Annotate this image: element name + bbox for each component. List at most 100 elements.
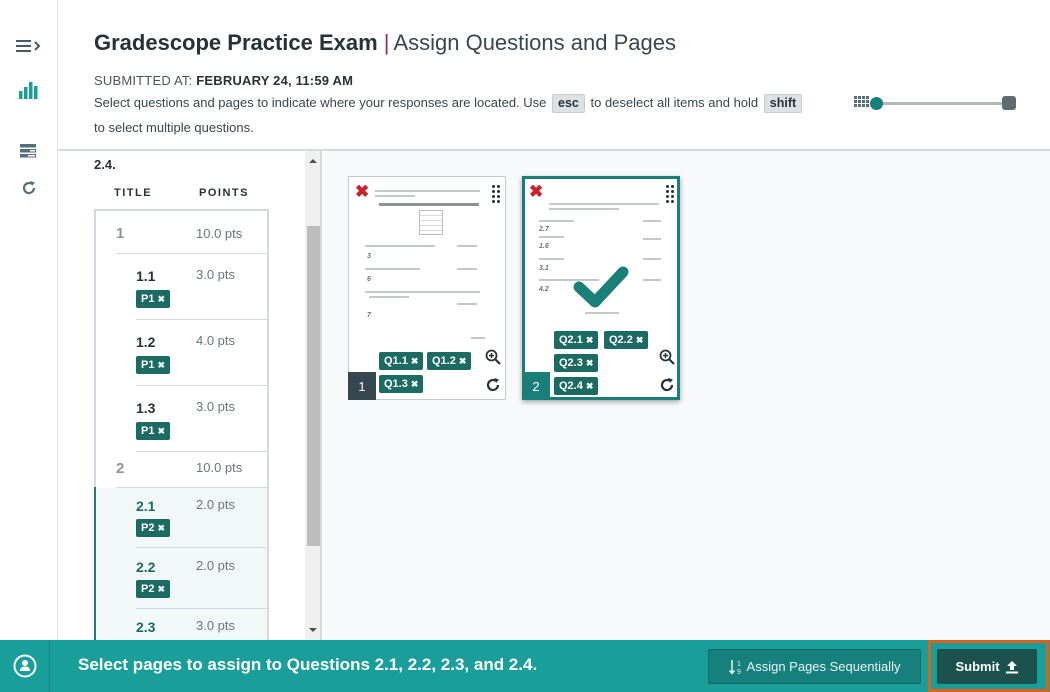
question-number: 2.2 <box>136 559 156 575</box>
remove-tag-icon[interactable]: ✖ <box>411 379 419 389</box>
drag-handle-icon[interactable] <box>666 185 674 205</box>
bottom-action-bar: Select pages to assign to Questions 2.1,… <box>0 640 1050 692</box>
sort-numeric-icon: 19 <box>728 659 741 675</box>
assign-pages-sequentially-button[interactable]: 19 Assign Pages Sequentially <box>708 649 921 684</box>
svg-text:9: 9 <box>737 669 741 675</box>
outline-icon[interactable] <box>0 142 58 160</box>
stats-icon[interactable] <box>0 80 58 100</box>
question-points: 3.0 pts <box>196 267 236 282</box>
answer-text: 6 <box>367 276 371 283</box>
question-panel: 2.4. TITLE POINTS 1 10.0 pts 1.1 3.0 pts… <box>58 151 305 640</box>
question-row[interactable]: 1.2 4.0 pts P1 ✖ <box>96 320 267 386</box>
remove-tag-icon[interactable]: ✖ <box>586 358 594 368</box>
question-tag-label: Q2.4 <box>559 380 583 392</box>
esc-key: esc <box>552 94 585 113</box>
menu-expand-icon[interactable] <box>0 36 58 56</box>
app: Gradescope Practice Exam | Assign Question… <box>0 0 1050 692</box>
remove-tag-icon[interactable]: ✖ <box>157 426 165 436</box>
question-panel-scrollbar[interactable] <box>305 151 322 640</box>
zoom-in-icon[interactable] <box>485 349 501 365</box>
question-row[interactable]: 2 10.0 pts <box>96 452 267 487</box>
submitted-at: SUBMITTED AT: FEBRUARY 24, 11:59 AM <box>94 73 353 88</box>
page-tag[interactable]: P1 ✖ <box>136 422 171 440</box>
question-tag[interactable]: Q2.1 ✖ <box>554 331 599 349</box>
page-number: 1 <box>348 372 376 400</box>
answer-text: 2.7 <box>539 226 549 233</box>
question-tag[interactable]: Q2.4 ✖ <box>554 377 599 395</box>
remove-tag-icon[interactable]: ✖ <box>459 356 467 366</box>
question-row[interactable]: 1 10.0 pts <box>96 211 267 254</box>
page-tag[interactable]: P1 ✖ <box>136 290 171 308</box>
question-row[interactable]: 2.1 2.0 pts P2 ✖ <box>96 488 267 548</box>
instructions-text-2: to deselect all items and hold <box>590 95 759 110</box>
submitted-value: FEBRUARY 24, 11:59 AM <box>196 73 354 88</box>
question-tag[interactable]: Q1.1 ✖ <box>379 352 424 370</box>
page-tag-label: P1 <box>141 293 155 305</box>
rotate-icon[interactable] <box>659 377 675 393</box>
instructions-text-3: to select multiple questions. <box>94 120 254 135</box>
page-subtitle: Assign Questions and Pages <box>393 30 676 55</box>
remove-tag-icon[interactable]: ✖ <box>157 523 165 533</box>
page-tag-label: P1 <box>141 425 155 437</box>
question-number: 2.3 <box>136 619 156 635</box>
remove-tag-icon[interactable]: ✖ <box>157 360 165 370</box>
question-number: 1.3 <box>136 400 156 416</box>
answer-text: 7 <box>367 312 371 319</box>
question-number: 1 <box>116 225 125 242</box>
question-tag-label: Q2.1 <box>559 334 583 346</box>
slider-track[interactable] <box>876 102 1004 105</box>
large-view-icon <box>1002 96 1016 110</box>
question-tag[interactable]: Q1.2 ✖ <box>427 352 472 370</box>
page-title: Gradescope Practice Exam | Assign Question… <box>94 30 676 56</box>
question-row[interactable]: 1.3 3.0 pts P1 ✖ <box>96 386 267 452</box>
remove-tag-icon[interactable]: ✖ <box>411 356 419 366</box>
question-tag[interactable]: Q2.2 ✖ <box>604 331 649 349</box>
reload-icon[interactable] <box>0 179 58 197</box>
page-tag-label: P2 <box>141 522 155 534</box>
question-row[interactable]: 1.1 3.0 pts P1 ✖ <box>96 254 267 320</box>
instructions: Select questions and pages to indicate w… <box>94 90 844 140</box>
question-row[interactable]: 2.2 2.0 pts P2 ✖ <box>96 548 267 609</box>
remove-tag-icon[interactable]: ✖ <box>586 381 594 391</box>
page-header: Gradescope Practice Exam | Assign Question… <box>58 0 1050 151</box>
question-list: 1 10.0 pts 1.1 3.0 pts P1 ✖ 1.2 4.0 pts P… <box>94 209 269 640</box>
exam-title: Gradescope Practice Exam <box>94 30 378 55</box>
remove-tag-icon[interactable]: ✖ <box>157 584 165 594</box>
question-number: 1.2 <box>136 334 156 350</box>
page-thumbnail-selected[interactable]: ✖ 2.7 1.6 3.1 4.2 Q2.1 ✖ Q2.2 ✖ Q2.3 ✖ Q… <box>522 176 680 400</box>
page-number: 2 <box>522 372 550 400</box>
question-tag[interactable]: Q2.3 ✖ <box>554 354 599 372</box>
thumbnail-size-slider[interactable] <box>854 95 1019 111</box>
page-tag[interactable]: P2 ✖ <box>136 580 171 598</box>
upload-icon <box>1005 660 1018 673</box>
page-tag-label: P2 <box>141 583 155 595</box>
active-question-indicator <box>94 487 96 640</box>
page-tag[interactable]: P2 ✖ <box>136 519 171 537</box>
remove-tag-icon[interactable]: ✖ <box>636 335 644 345</box>
shift-key: shift <box>763 94 803 113</box>
question-tag[interactable]: Q1.3 ✖ <box>379 375 424 393</box>
answer-text: 4.2 <box>539 286 549 293</box>
remove-tag-icon[interactable]: ✖ <box>157 294 165 304</box>
scroll-down-arrow-icon[interactable] <box>309 628 317 632</box>
assign-pages-sequentially-label: Assign Pages Sequentially <box>746 659 901 674</box>
user-icon[interactable] <box>0 640 50 692</box>
points-column-header: POINTS <box>199 187 249 199</box>
page-tag[interactable]: P1 ✖ <box>136 356 171 374</box>
submit-button[interactable]: Submit <box>937 649 1037 684</box>
drag-handle-icon[interactable] <box>492 185 500 205</box>
scroll-up-arrow-icon[interactable] <box>309 159 317 163</box>
scrollbar-thumb[interactable] <box>307 226 320 546</box>
rotate-icon[interactable] <box>485 377 501 393</box>
question-points: 3.0 pts <box>196 618 236 633</box>
zoom-in-icon[interactable] <box>659 349 675 365</box>
slider-handle[interactable] <box>870 97 883 110</box>
page-thumbnail[interactable]: ✖ 3 6 7 Q1.1 ✖ Q1.2 ✖ Q1.3 ✖ 1 <box>348 176 506 400</box>
question-number: 1.1 <box>136 268 156 284</box>
remove-tag-icon[interactable]: ✖ <box>586 335 594 345</box>
question-row[interactable]: 2.3 3.0 pts <box>96 609 267 640</box>
answer-text: 3.1 <box>539 265 549 272</box>
question-points: 3.0 pts <box>196 399 236 414</box>
pages-area: ✖ 3 6 7 Q1.1 ✖ Q1.2 ✖ Q1.3 ✖ 1 ✖ 2.7 1.6… <box>324 151 1050 640</box>
question-tag-label: Q1.2 <box>432 355 456 367</box>
